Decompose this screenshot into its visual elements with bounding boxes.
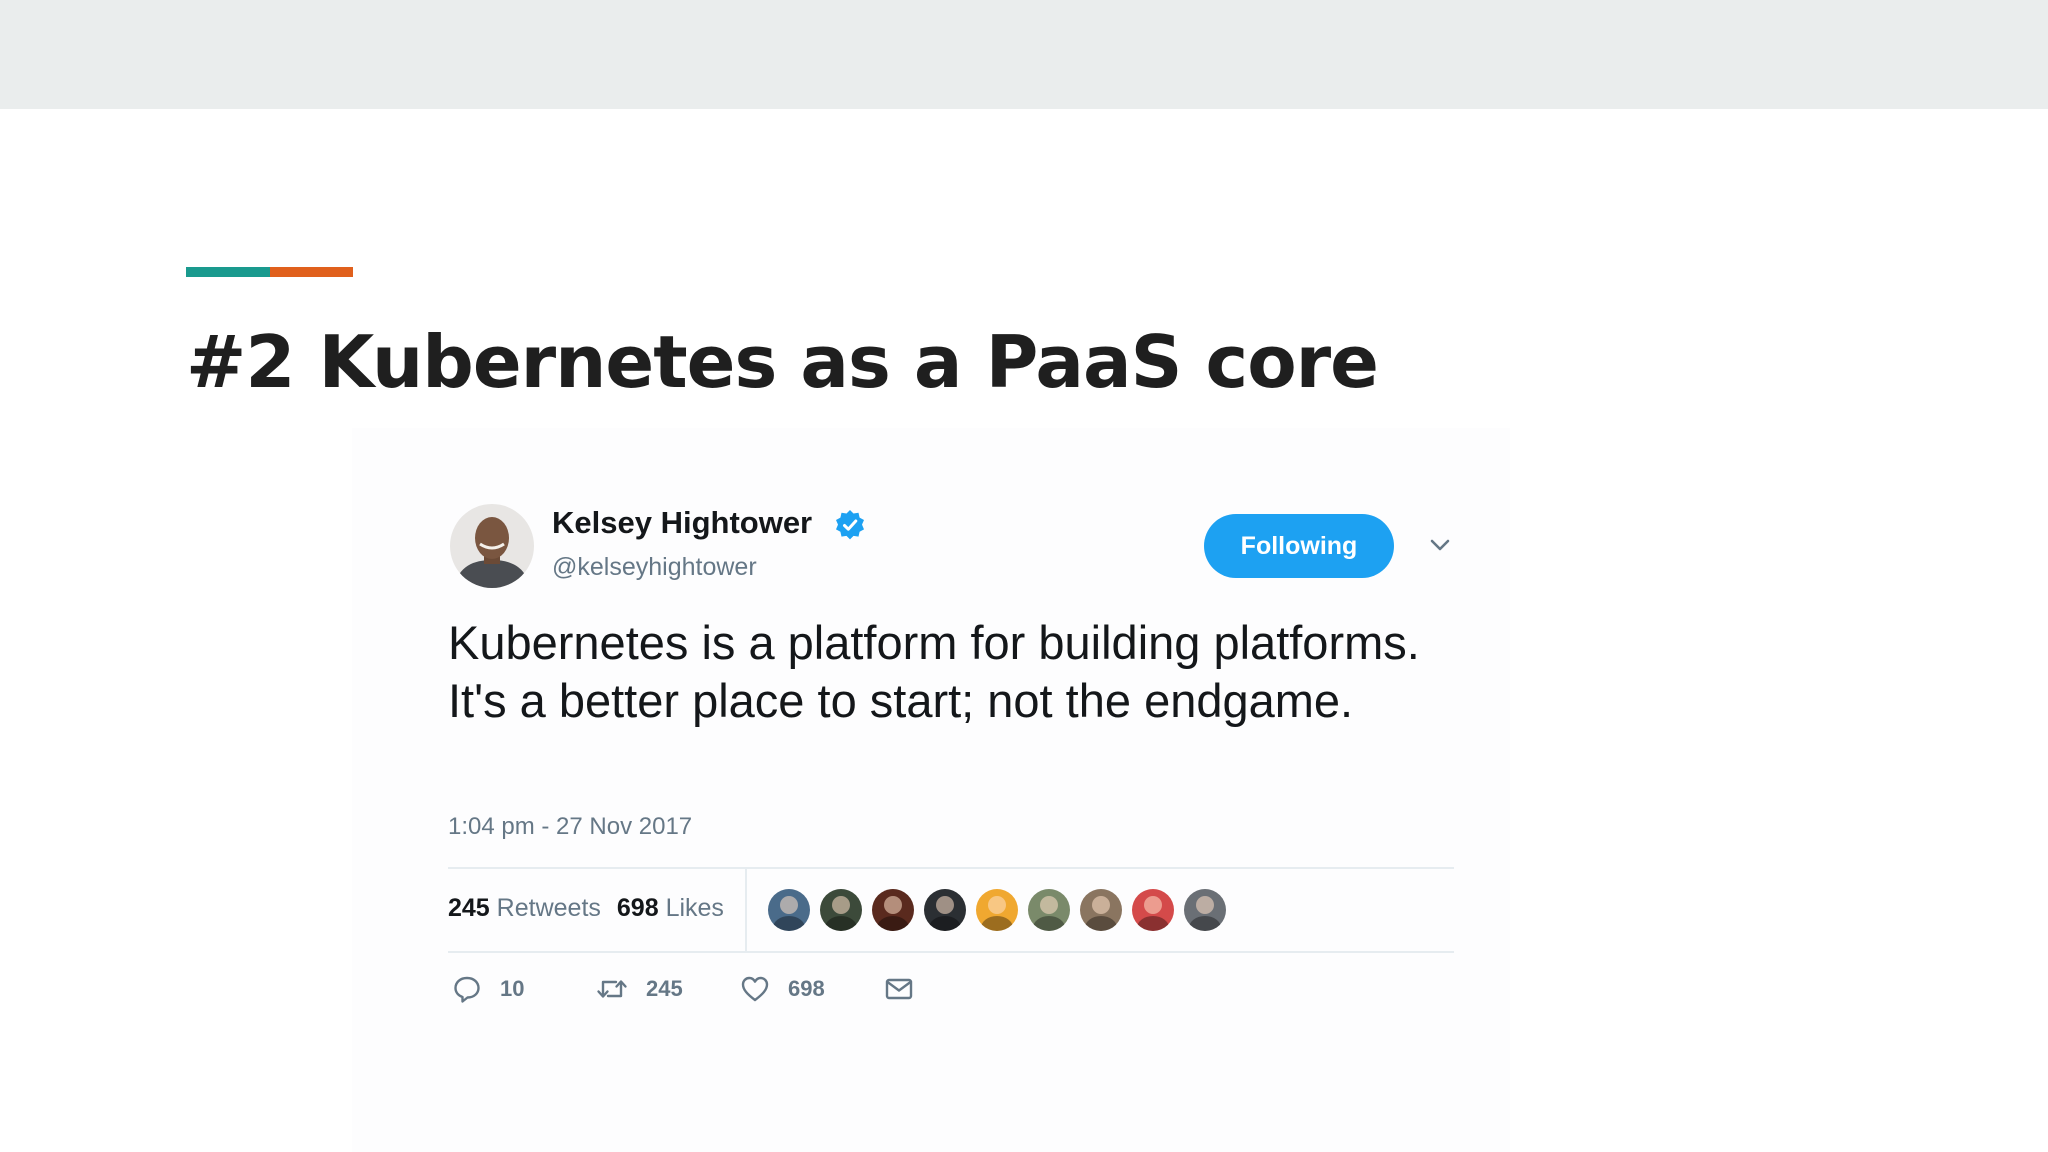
following-button[interactable]: Following	[1204, 514, 1394, 578]
likes-count: 698	[616, 894, 659, 922]
liker-avatar[interactable]	[1028, 889, 1070, 931]
envelope-icon	[885, 978, 913, 1000]
tweet-stats: 245 Retweets 698 Likes	[448, 894, 724, 923]
liker-avatar[interactable]	[1184, 889, 1226, 931]
likes-label: Likes	[665, 894, 724, 922]
liker-avatar[interactable]	[1080, 889, 1122, 931]
accent-bar	[186, 267, 353, 277]
liker-avatar[interactable]	[976, 889, 1018, 931]
reply-icon	[454, 976, 480, 1003]
divider	[448, 867, 1454, 869]
liker-avatar[interactable]	[924, 889, 966, 931]
liker-avatar[interactable]	[872, 889, 914, 931]
liker-avatars	[768, 889, 1226, 931]
tweet-text: Kubernetes is a platform for building pl…	[448, 616, 1420, 727]
retweets-stat[interactable]: 245 Retweets	[448, 894, 601, 922]
liker-avatar[interactable]	[1132, 889, 1174, 931]
verified-badge-icon	[836, 510, 864, 540]
reply-count: 10	[500, 976, 525, 1001]
like-button[interactable]: 698	[740, 974, 825, 1004]
direct-message-button[interactable]	[884, 974, 914, 1004]
divider-vertical	[745, 868, 747, 951]
tweet-timestamp[interactable]: 1:04 pm - 27 Nov 2017	[448, 813, 692, 841]
slide-title: #2 Kubernetes as a PaaS core	[186, 320, 1379, 404]
retweet-icon	[597, 980, 627, 998]
divider	[448, 951, 1454, 953]
retweets-count: 245	[448, 894, 490, 922]
like-count: 698	[788, 976, 825, 1001]
author-handle[interactable]: @kelseyhightower	[552, 553, 757, 582]
liker-avatar[interactable]	[768, 889, 810, 931]
top-band	[0, 0, 2048, 109]
author-name[interactable]: Kelsey Hightower	[552, 505, 812, 541]
heart-icon	[741, 976, 769, 1002]
reply-button[interactable]: 10	[452, 974, 524, 1004]
author-avatar[interactable]	[450, 504, 534, 588]
retweets-label: Retweets	[496, 894, 601, 922]
chevron-down-icon[interactable]	[1427, 536, 1453, 554]
likes-stat[interactable]: 698 Likes	[617, 894, 724, 922]
accent-bar-teal	[186, 267, 270, 277]
accent-bar-orange	[270, 267, 353, 277]
retweet-count: 245	[646, 976, 683, 1001]
liker-avatar[interactable]	[820, 889, 862, 931]
retweet-button[interactable]: 245	[596, 974, 683, 1004]
